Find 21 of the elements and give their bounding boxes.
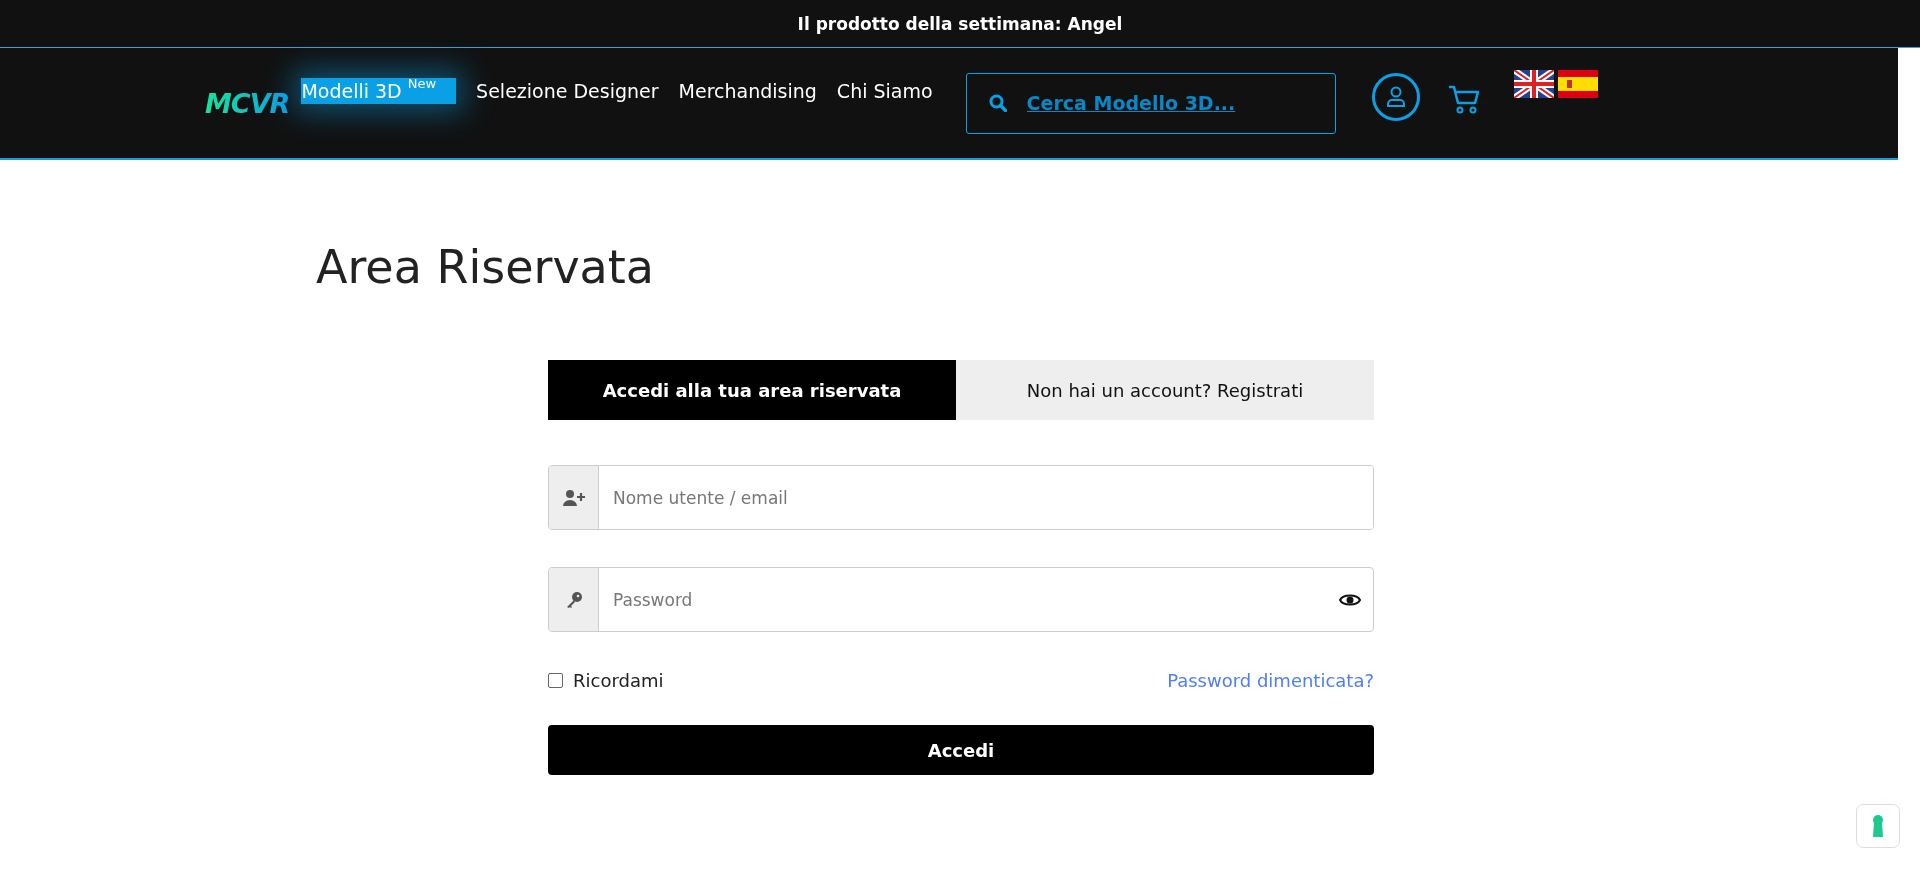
login-tab[interactable]: Non hai un account? Registrati <box>956 360 1374 420</box>
account-icon[interactable] <box>1371 73 1420 121</box>
login-button[interactable]: Accedi <box>548 725 1374 775</box>
search-icon <box>988 94 1007 112</box>
nav-link[interactable]: Merchandising <box>678 78 817 104</box>
login-tab[interactable]: Accedi alla tua area riservata <box>548 360 956 420</box>
search-field[interactable]: Cerca Modello 3D... <box>965 72 1336 134</box>
uk-flag-icon[interactable] <box>1513 70 1554 98</box>
announcement-product: Angel <box>1067 13 1123 34</box>
add-user-icon <box>562 489 585 506</box>
nav-link[interactable]: Selezione Designer <box>476 78 659 104</box>
keyhole-icon <box>1872 815 1884 837</box>
page-title: Area Riservata <box>316 240 656 294</box>
announcement-label: Il prodotto della settimana: <box>797 13 1062 34</box>
forgot-password-link[interactable]: Password dimenticata? <box>1167 670 1374 691</box>
remember-checkbox[interactable] <box>548 673 563 688</box>
search-input[interactable]: Cerca Modello 3D... <box>1024 91 1329 115</box>
nav-link[interactable]: Chi Siamo <box>836 78 933 104</box>
remember-label: Ricordami <box>573 670 664 691</box>
spain-flag-icon[interactable] <box>1557 70 1598 98</box>
cart-icon[interactable] <box>1447 85 1480 115</box>
